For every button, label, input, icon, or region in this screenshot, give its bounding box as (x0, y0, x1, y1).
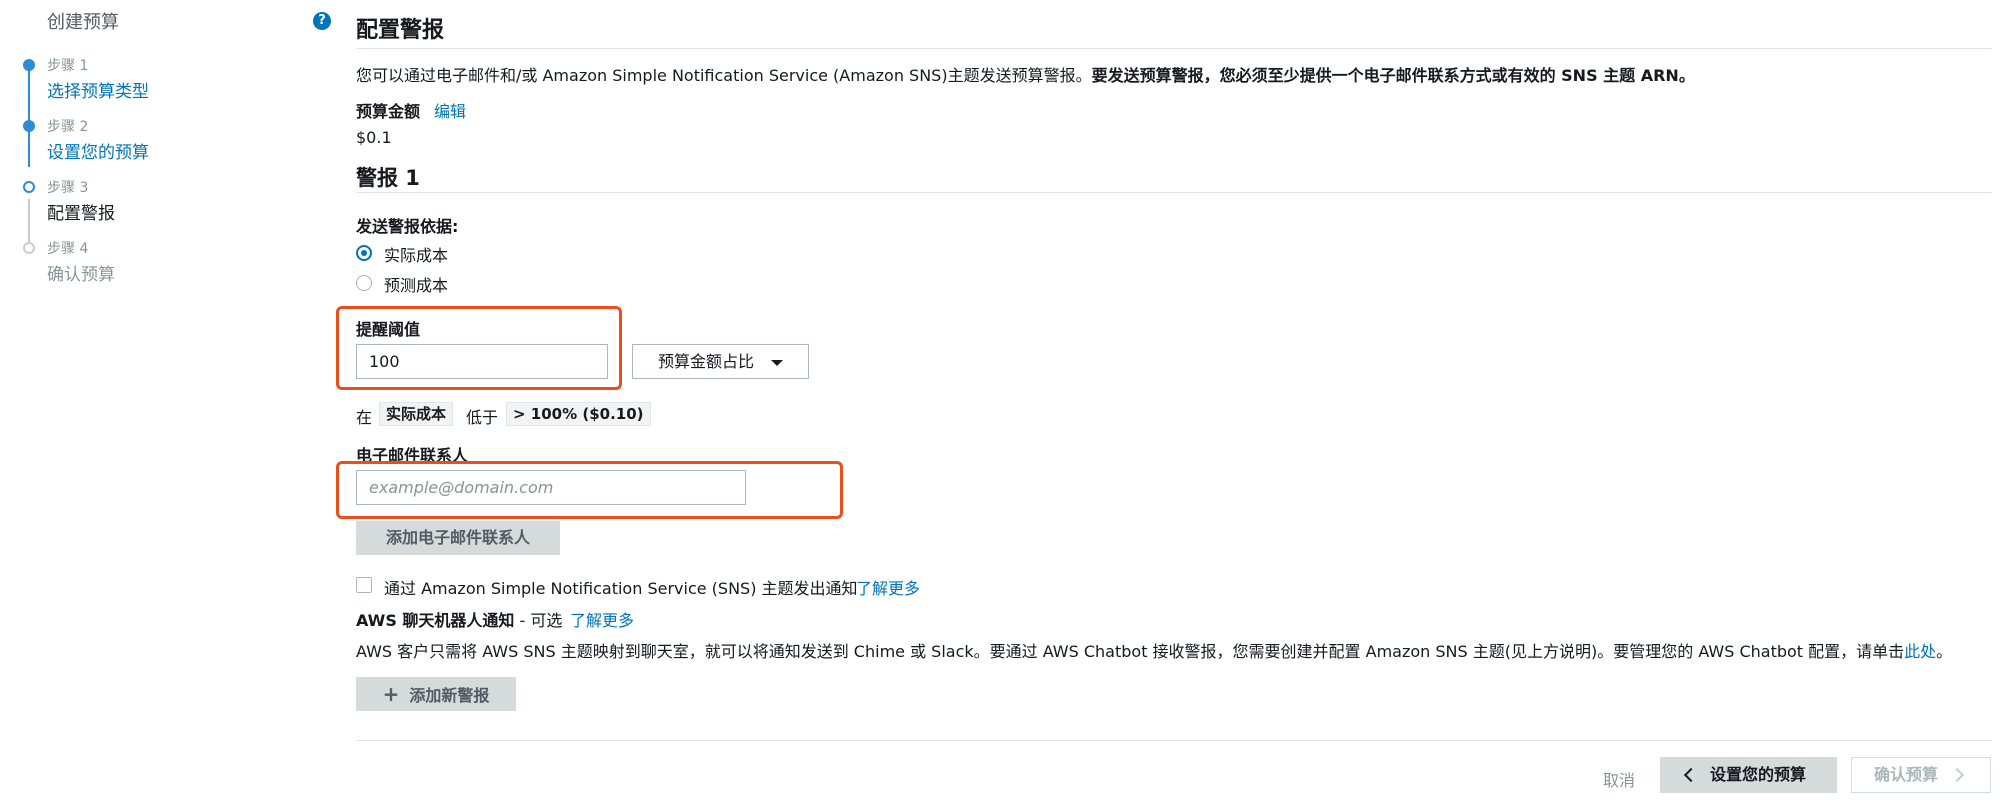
condition-value-chip: > 100% ($0.10) (506, 402, 651, 426)
step-label[interactable]: 设置您的预算 (47, 138, 149, 163)
next-button-label: 确认预算 (1874, 765, 1939, 784)
step-number: 步骤 4 (47, 241, 89, 257)
chatbot-title: AWS 聊天机器人通知 - 可选 (356, 607, 562, 631)
help-icon[interactable]: ? (313, 12, 331, 30)
chevron-left-icon (1683, 767, 1699, 783)
step-number: 步骤 1 (47, 58, 89, 74)
edit-link[interactable]: 编辑 (434, 98, 466, 122)
title-divider (356, 48, 1992, 49)
condition-metric-chip: 实际成本 (379, 402, 454, 426)
alert-divider (356, 192, 1992, 193)
chatbot-description: AWS 客户只需将 AWS SNS 主题映射到聊天室，就可以将通知发送到 Chi… (356, 638, 1952, 662)
sns-checkbox[interactable] (356, 577, 372, 593)
step-dot-icon (23, 59, 35, 71)
add-alert-label: 添加新警报 (409, 686, 490, 705)
chatbot-desc-period: 。 (1936, 642, 1953, 661)
wizard-step-3: 步骤 3 配置警报 (20, 177, 320, 227)
threshold-type-select[interactable]: 预算金额占比 (632, 344, 809, 379)
threshold-type-value: 预算金额占比 (658, 352, 755, 371)
previous-button-label: 设置您的预算 (1710, 765, 1807, 784)
step-dot-icon (23, 242, 35, 254)
sns-label: 通过 Amazon Simple Notification Service (S… (384, 579, 858, 598)
caret-down-icon (771, 360, 783, 366)
chevron-right-icon (1949, 767, 1965, 783)
previous-button[interactable]: 设置您的预算 (1660, 757, 1837, 793)
send-based-on-label: 发送警报依据: (356, 217, 459, 236)
radio-actual-cost[interactable]: 实际成本 (356, 242, 556, 266)
radio-label: 预测成本 (384, 276, 449, 295)
threshold-label: 提醒阈值 (356, 320, 421, 339)
step-label: 确认预算 (47, 265, 115, 285)
chatbot-desc-text: AWS 客户只需将 AWS SNS 主题映射到聊天室，就可以将通知发送到 Chi… (356, 642, 1905, 661)
condition-operator: 低于 (466, 408, 499, 427)
add-email-button[interactable]: 添加电子邮件联系人 (356, 521, 560, 555)
radio-label: 实际成本 (384, 246, 449, 265)
footer-divider (356, 740, 1992, 741)
chatbot-title-bold: AWS 聊天机器人通知 (356, 611, 515, 630)
wizard-sidebar: 创建预算 ? 步骤 1 选择预算类型 步骤 2 设置您的预算 步骤 3 配置警报… (0, 0, 340, 811)
add-alert-button[interactable]: + 添加新警报 (356, 677, 516, 711)
wizard-step-1[interactable]: 步骤 1 选择预算类型 (20, 55, 320, 105)
intro-text-plain: 您可以通过电子邮件和/或 Amazon Simple Notification … (356, 66, 1092, 85)
sidebar-title: 创建预算 (47, 12, 119, 33)
alert-title: 警报 1 (356, 166, 420, 190)
cancel-button[interactable]: 取消 (1603, 767, 1635, 791)
budget-amount-label: 预算金额 (356, 102, 421, 121)
step-label: 配置警报 (47, 204, 115, 224)
plus-icon: + (382, 682, 400, 706)
wizard-step-2[interactable]: 步骤 2 设置您的预算 (20, 116, 320, 166)
threshold-input[interactable]: 100 (356, 344, 608, 379)
email-input[interactable]: example@domain.com (356, 470, 746, 505)
page-title: 配置警报 (356, 18, 445, 43)
condition-prefix: 在 (356, 408, 373, 427)
wizard-step-4: 步骤 4 确认预算 (20, 238, 320, 288)
intro-text: 您可以通过电子邮件和/或 Amazon Simple Notification … (356, 62, 1695, 86)
radio-checked-icon[interactable] (356, 245, 372, 261)
intro-text-bold: 要发送预算警报，您必须至少提供一个电子邮件联系方式或有效的 SNS 主题 ARN… (1091, 66, 1695, 85)
step-dot-icon (23, 120, 35, 132)
step-number: 步骤 2 (47, 119, 89, 135)
budget-amount-value: $0.1 (356, 128, 392, 147)
chatbot-here-link[interactable]: 此处 (1904, 642, 1936, 661)
radio-forecast-cost[interactable]: 预测成本 (356, 272, 556, 296)
sns-learn-more-link[interactable]: 了解更多 (856, 575, 920, 599)
next-button[interactable]: 确认预算 (1851, 757, 1991, 793)
step-label[interactable]: 选择预算类型 (47, 77, 149, 102)
step-number: 步骤 3 (47, 180, 89, 196)
chatbot-learn-more-link[interactable]: 了解更多 (570, 607, 634, 631)
chatbot-title-optional: - 可选 (514, 611, 563, 630)
step-dot-icon (23, 181, 35, 193)
radio-unchecked-icon[interactable] (356, 275, 372, 291)
